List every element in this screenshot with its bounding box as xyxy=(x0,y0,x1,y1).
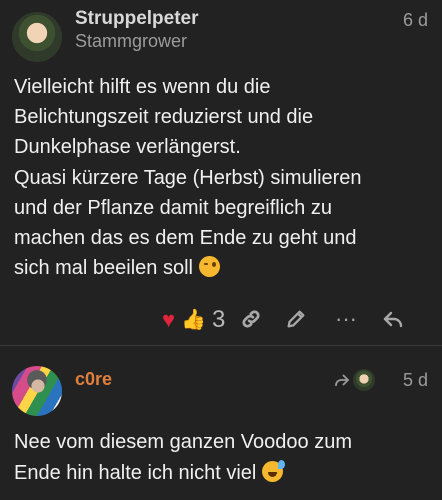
heart-icon[interactable]: ♥ xyxy=(162,309,180,331)
post2-line-2: Ende hin halte ich nicht viel xyxy=(14,461,257,484)
link-icon[interactable] xyxy=(236,304,266,334)
post1-actions: ♥ 👍 3 ··· xyxy=(0,304,442,334)
post1-line-2: Belichtungszeit reduzierst und die xyxy=(14,106,314,129)
reply-to-avatar xyxy=(353,369,375,391)
ellipsis-icon[interactable]: ··· xyxy=(331,304,361,334)
post1-line-1: Vielleicht hilft es wenn du die xyxy=(14,76,271,98)
post2-body: Nee vom diesem ganzen Voodoo zum Ende hi… xyxy=(14,427,424,488)
reply-icon[interactable] xyxy=(378,304,408,334)
post1-line-6: machen das es dem Ende zu geht und xyxy=(14,227,357,250)
like-count[interactable]: 3 xyxy=(212,306,225,334)
reply-to-icon xyxy=(333,371,351,389)
post2-date[interactable]: 5 d xyxy=(403,370,428,391)
post1-line-5: und der Pflanze damit begreiflich zu xyxy=(14,196,332,219)
reply-to-indicator[interactable] xyxy=(333,369,377,393)
post1-line-4: Quasi kürzere Tage (Herbst) simulieren xyxy=(14,166,362,189)
post1-user-title: Stammgrower xyxy=(75,31,188,51)
post1-body: Vielleicht hilft es wenn du die Belichtu… xyxy=(14,72,424,283)
post1-line-7: sich mal beeilen soll xyxy=(14,257,193,280)
post2-username[interactable]: c0re xyxy=(75,369,112,390)
thumbs-up-icon[interactable]: 👍 xyxy=(181,308,206,332)
post1-line-3: Dunkelphase verlängerst. xyxy=(14,136,241,159)
pencil-icon[interactable] xyxy=(281,304,311,334)
post1-username[interactable]: Struppelpeter xyxy=(75,8,199,30)
sweat-smile-emoji-icon xyxy=(261,459,285,482)
avatar-c0re[interactable] xyxy=(12,366,62,416)
post2-line-2-wrap: Ende hin halte ich nicht viel xyxy=(14,458,424,489)
avatar-struppelpeter[interactable] xyxy=(12,12,62,62)
post1-line-7-wrap: sich mal beeilen soll xyxy=(14,253,424,283)
post1-date[interactable]: 6 d xyxy=(403,10,428,31)
post2-line-1: Nee vom diesem ganzen Voodoo zum xyxy=(14,431,352,453)
wink-emoji-icon xyxy=(198,256,220,278)
